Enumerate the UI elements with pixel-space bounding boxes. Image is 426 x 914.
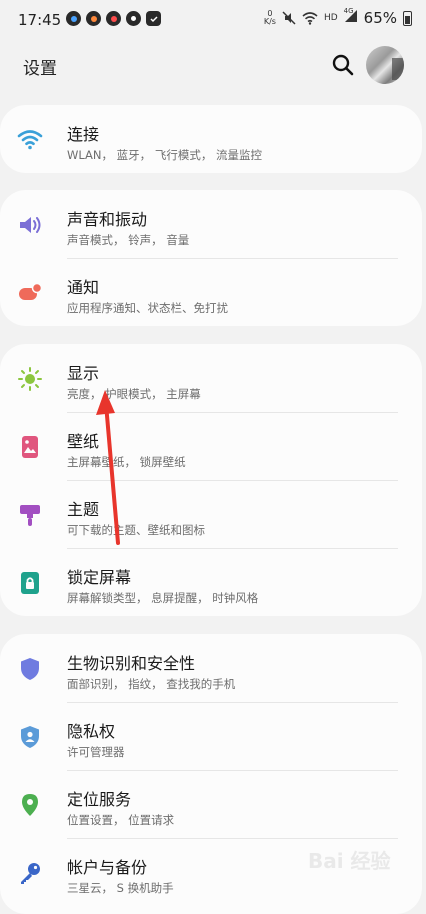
shield-icon [21,658,39,680]
search-icon [332,54,354,76]
item-title: 声音和振动 [67,210,148,229]
settings-item-notifications[interactable]: 通知 应用程序通知、状态栏、免打扰 [0,258,422,326]
status-time: 17:45 [18,11,62,29]
app-notification-icon [66,11,81,26]
settings-item-privacy[interactable]: 隐私权 许可管理器 [0,702,422,770]
app-header: 设置 [0,40,426,92]
mute-icon [282,11,296,25]
check-icon [146,11,161,26]
page-title: 设置 [23,59,57,79]
notification-icon [19,282,43,300]
section-connections: 连接 WLAN， 蓝牙， 飞行模式， 流量监控 [0,105,422,173]
settings-item-wallpaper[interactable]: 壁纸 主屏幕壁纸， 锁屏壁纸 [0,412,422,480]
settings-item-themes[interactable]: 主题 可下载的主题、壁纸和图标 [0,480,422,548]
item-title: 通知 [67,278,100,297]
settings-item-connections[interactable]: 连接 WLAN， 蓝牙， 飞行模式， 流量监控 [0,105,422,173]
battery-icon [403,10,412,26]
settings-item-location[interactable]: 定位服务 位置设置， 位置请求 [0,770,422,838]
item-subtitle: 面部识别， 指纹， 查找我的手机 [67,677,236,691]
location-pin-icon [22,794,38,816]
signal-indicator: 4G [344,7,358,27]
lock-icon [21,572,39,594]
section-sound-notifications: 声音和振动 声音模式， 铃声， 音量 通知 应用程序通知、状态栏、免打扰 [0,190,422,326]
picture-icon [22,436,38,458]
wifi-status-icon [302,11,318,25]
item-title: 主题 [67,500,100,519]
item-subtitle: 可下载的主题、壁纸和图标 [67,523,205,537]
item-title: 定位服务 [67,790,132,809]
settings-item-lock-screen[interactable]: 锁定屏幕 屏幕解锁类型， 息屏提醒， 时钟风格 [0,548,422,616]
battery-percent: 65% [363,9,397,27]
app-notification-icon [126,11,141,26]
app-notification-icon [86,11,101,26]
app-notification-icon [106,11,121,26]
item-title: 生物识别和安全性 [67,654,196,673]
item-subtitle: 三星云， S 换机助手 [67,881,174,895]
item-title: 锁定屏幕 [67,568,132,587]
settings-item-sound[interactable]: 声音和振动 声音模式， 铃声， 音量 [0,190,422,258]
speaker-icon [20,217,41,233]
avatar[interactable] [366,46,404,84]
search-button[interactable] [330,52,356,78]
settings-item-biometrics[interactable]: 生物识别和安全性 面部识别， 指纹， 查找我的手机 [0,634,422,702]
item-subtitle: 许可管理器 [67,745,125,759]
item-subtitle: 声音模式， 铃声， 音量 [67,233,190,247]
sun-icon [18,367,42,391]
watermark: Bai 经验 [308,849,391,873]
privacy-shield-icon [21,726,39,748]
section-display: 显示 亮度， 护眼模式， 主屏幕 壁纸 主屏幕壁纸， 锁屏壁纸 主题 可下载的主… [0,344,422,616]
item-title: 显示 [67,364,100,383]
item-title: 壁纸 [67,432,100,451]
wifi-icon [17,130,43,150]
item-subtitle: WLAN， 蓝牙， 飞行模式， 流量监控 [67,148,262,162]
item-title: 隐私权 [67,722,116,741]
item-subtitle: 亮度， 护眼模式， 主屏幕 [67,387,201,401]
status-bar: 17:45 0 K/s HD 4G 65% [0,0,426,40]
item-title: 帐户与备份 [67,858,148,877]
brush-icon [20,505,40,526]
notification-icons [66,11,161,26]
settings-item-display[interactable]: 显示 亮度， 护眼模式， 主屏幕 [0,344,422,412]
status-right: 0 K/s HD 4G 65% [263,7,412,27]
item-subtitle: 位置设置， 位置请求 [67,813,175,827]
hd-label: HD [323,13,338,23]
key-icon [21,863,40,884]
net-speed: 0 K/s [263,9,276,26]
item-subtitle: 主屏幕壁纸， 锁屏壁纸 [67,455,186,469]
item-subtitle: 屏幕解锁类型， 息屏提醒， 时钟风格 [67,591,259,605]
item-subtitle: 应用程序通知、状态栏、免打扰 [67,301,228,315]
item-title: 连接 [67,125,100,144]
